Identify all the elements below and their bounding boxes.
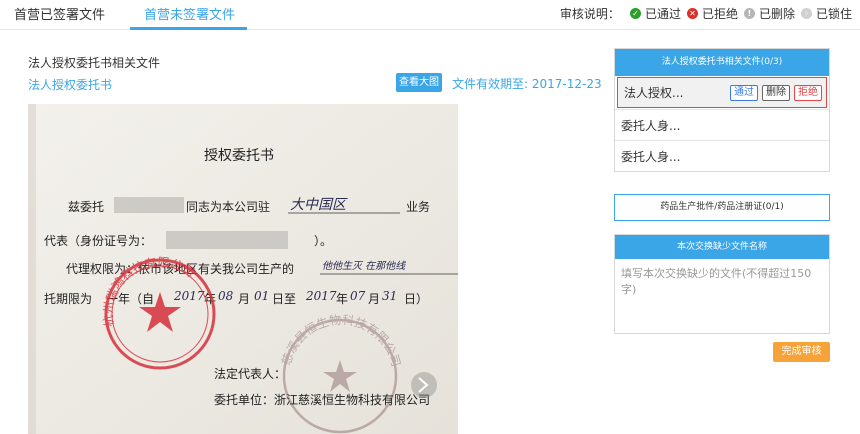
doc-line4-hand4: 2017 [305, 289, 337, 303]
doc-heading: 授权委托书 [204, 148, 274, 164]
legend-item-approved: ✓ 已通过 [629, 5, 681, 22]
file-name: 委托人身... [621, 118, 681, 133]
file-row[interactable]: 委托人身... [615, 109, 829, 140]
doc-line4-g: 月 [368, 292, 380, 306]
doc-line4-hand3: 01 [254, 289, 269, 303]
doc-line1-c: 业务 [406, 199, 430, 214]
file-row[interactable]: 法人授权... 通过 删除 拒绝 [617, 77, 827, 108]
doc-line4-e: 日至 [272, 292, 296, 306]
legend-item-rejected: ✕ 已拒绝 [686, 5, 738, 22]
lock-circle-icon: ◦ [800, 8, 812, 19]
legend-label-approved: 已通过 [644, 7, 681, 21]
doc-line4-hand2: 08 [218, 289, 234, 303]
doc-line4-d: 月 [238, 292, 250, 306]
tab-signed-files[interactable]: 首营已签署文件 [14, 4, 105, 23]
doc-line1-b: 同志为本公司驻 [186, 199, 270, 214]
document-image: 授权委托书 兹委托 同志为本公司驻 大中国区 业务 代表（身份证号为： ）。 代… [28, 104, 458, 434]
document-scan: 授权委托书 兹委托 同志为本公司驻 大中国区 业务 代表（身份证号为： ）。 代… [28, 104, 458, 434]
active-tab-indicator [130, 27, 247, 30]
doc-line4-hand1: 2017 [173, 289, 205, 303]
file-panel: 法人授权委托书相关文件(0/3) 法人授权... 通过 删除 拒绝 委托人身..… [614, 48, 830, 172]
legend-title: 审核说明： [559, 7, 620, 21]
doc-line1-a: 兹委托 [68, 200, 104, 214]
doc-entrust-unit: 委托单位：浙江慈溪恒生物科技有限公司 [214, 392, 430, 407]
info-circle-icon: ! [743, 8, 755, 19]
section-title: 法人授权委托书相关文件 [28, 56, 161, 70]
approve-button[interactable]: 通过 [730, 84, 758, 101]
doc-line1-hand: 大中国区 [290, 197, 348, 213]
doc-line4-a: 托期限为 [44, 292, 92, 306]
x-circle-icon: ✕ [686, 8, 698, 19]
file-panel-title: 法人授权委托书相关文件(0/3) [615, 49, 829, 76]
doc-line2-end: ）。 [314, 234, 332, 248]
validity-date: 文件有效期至: 2017-12-23 [452, 77, 602, 91]
reject-button[interactable]: 拒绝 [794, 84, 822, 101]
missing-files-title: 本次交换缺少文件名称 [615, 235, 829, 259]
file-name: 法人授权... [624, 86, 684, 100]
doc-legal-rep: 法定代表人： [214, 366, 286, 381]
document-link[interactable]: 法人授权委托书 [28, 76, 112, 93]
legend-item-deleted: ! 已删除 [743, 5, 795, 22]
missing-files-panel: 本次交换缺少文件名称 [614, 234, 830, 334]
file-row[interactable]: 委托人身... [615, 140, 829, 171]
tab-unsigned-files[interactable]: 首营未签署文件 [144, 4, 235, 23]
doc-line2: 代表（身份证号为： [44, 233, 152, 248]
doc-line4-hand6: 31 [382, 289, 397, 303]
license-panel[interactable]: 药品生产批件/药品注册证(0/1) [614, 194, 830, 221]
missing-files-input[interactable] [615, 259, 829, 333]
legend-label-deleted: 已删除 [758, 7, 795, 21]
tab-bar: 首营已签署文件 首营未签署文件 审核说明： ✓ 已通过 ✕ 已拒绝 ! 已删除 … [0, 0, 860, 30]
legend-label-locked: 已锁住 [815, 7, 852, 21]
check-circle-icon: ✓ [629, 8, 641, 19]
legend-item-locked: ◦ 已锁住 [800, 5, 852, 22]
complete-review-button[interactable]: 完成审核 [773, 342, 830, 362]
doc-line3-hand: 他他生灭 在那他线 [322, 260, 406, 272]
delete-button[interactable]: 删除 [762, 84, 790, 101]
legend-label-rejected: 已拒绝 [701, 7, 738, 21]
review-legend: 审核说明： ✓ 已通过 ✕ 已拒绝 ! 已删除 ◦ 已锁住 [560, 5, 852, 22]
doc-line4-hand5: 07 [350, 289, 366, 303]
doc-line4-f: 年 [336, 292, 348, 306]
view-large-image-button[interactable]: 查看大图 [396, 73, 442, 92]
doc-line4-h: 日） [404, 292, 428, 306]
file-name: 委托人身... [621, 149, 681, 164]
